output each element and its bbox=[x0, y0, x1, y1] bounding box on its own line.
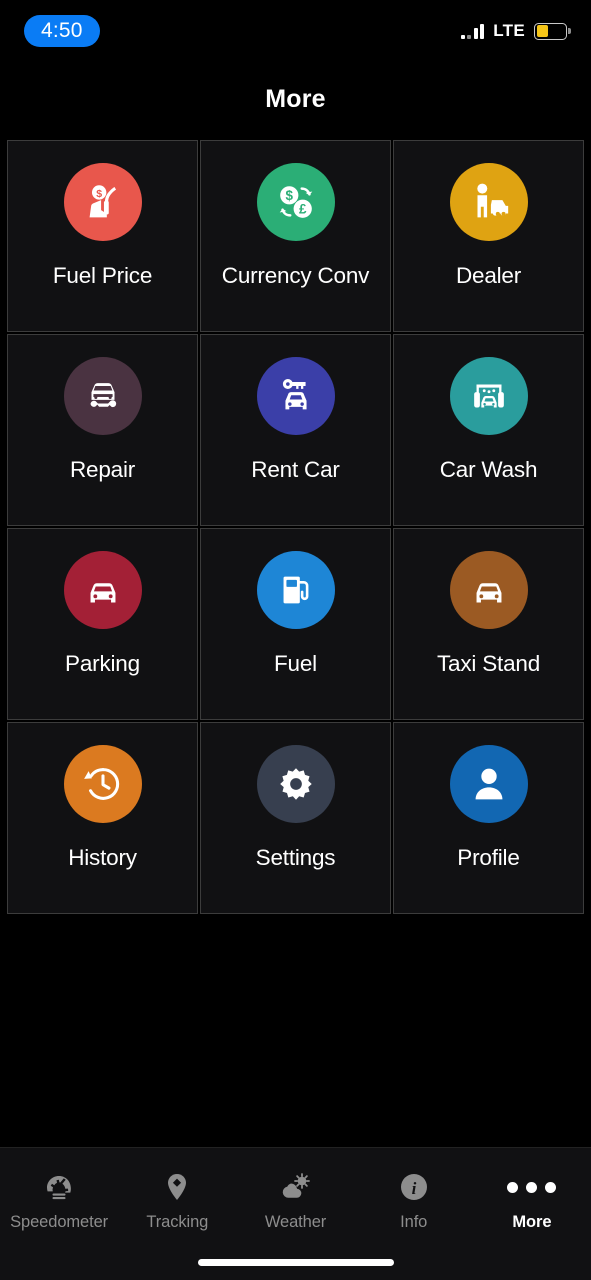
currency-conv-icon: $ £ bbox=[279, 186, 312, 218]
repair-icon-badge bbox=[63, 357, 142, 435]
tile-currency-conv[interactable]: $ £ Currency Conv bbox=[200, 140, 391, 332]
tab-label: Speedometer bbox=[10, 1213, 109, 1231]
status-indicators: LTE bbox=[460, 21, 571, 41]
tile-history[interactable]: History bbox=[7, 722, 198, 914]
fuel-icon bbox=[283, 576, 308, 604]
tile-rent-car[interactable]: Rent Car bbox=[200, 334, 391, 526]
tile-fuel[interactable]: Fuel bbox=[200, 528, 391, 720]
tile-parking[interactable]: Parking bbox=[7, 528, 198, 720]
sun-cloud-icon bbox=[280, 1170, 312, 1204]
rent-car-icon-badge bbox=[256, 357, 335, 435]
info-circle-icon: i bbox=[398, 1170, 430, 1204]
tile-label: History bbox=[68, 845, 137, 870]
tile-label: Fuel bbox=[274, 651, 317, 676]
battery-icon bbox=[534, 22, 571, 40]
tile-settings[interactable]: Settings bbox=[200, 722, 391, 914]
app-screen: 4:50 LTE More $ Fuel Price $ £ Currency … bbox=[0, 0, 591, 1280]
tile-label: Rent Car bbox=[251, 457, 340, 482]
history-icon-badge bbox=[63, 745, 142, 823]
menu-grid: $ Fuel Price $ £ Currency Conv Dealer Re… bbox=[7, 140, 584, 914]
tile-label: Dealer bbox=[455, 263, 522, 288]
fuel-price-icon: $ bbox=[89, 185, 116, 218]
settings-icon bbox=[279, 768, 312, 800]
tile-fuel-price[interactable]: $ Fuel Price bbox=[7, 140, 198, 332]
tile-profile[interactable]: Profile bbox=[393, 722, 584, 914]
fuel-icon-badge bbox=[256, 551, 335, 629]
tile-label: Settings bbox=[255, 845, 336, 870]
home-indicator bbox=[197, 1259, 394, 1266]
map-pin-icon bbox=[161, 1170, 193, 1204]
page-title: More bbox=[265, 85, 326, 113]
profile-icon-badge bbox=[449, 745, 528, 823]
tile-label: Profile bbox=[457, 845, 520, 870]
svg-text:$: $ bbox=[96, 188, 102, 200]
dealer-icon-badge bbox=[449, 163, 528, 241]
status-bar: 4:50 LTE bbox=[0, 0, 591, 62]
tab-weather[interactable]: Weather bbox=[236, 1170, 354, 1232]
tile-car-wash[interactable]: Car Wash bbox=[393, 334, 584, 526]
settings-icon-badge bbox=[256, 745, 335, 823]
dealer-icon bbox=[476, 183, 508, 218]
car-wash-icon bbox=[473, 384, 504, 408]
ellipsis-icon bbox=[507, 1170, 557, 1204]
cellular-signal-icon bbox=[460, 23, 485, 39]
tile-taxi-stand[interactable]: Taxi Stand bbox=[393, 528, 584, 720]
tab-label: Weather bbox=[264, 1213, 327, 1231]
parking-icon-badge bbox=[63, 551, 142, 629]
tile-label: Repair bbox=[69, 457, 136, 482]
tile-dealer[interactable]: Dealer bbox=[393, 140, 584, 332]
network-type-label: LTE bbox=[493, 21, 525, 40]
tab-label: Info bbox=[400, 1213, 428, 1231]
svg-text:$: $ bbox=[285, 188, 293, 203]
tile-label: Car Wash bbox=[439, 457, 538, 482]
currency-conv-icon-badge: $ £ bbox=[256, 163, 335, 241]
svg-text:£: £ bbox=[298, 202, 306, 217]
tab-label: More bbox=[512, 1213, 552, 1231]
rent-car-icon bbox=[282, 379, 307, 410]
tile-label: Fuel Price bbox=[52, 263, 153, 288]
tab-info[interactable]: i Info bbox=[355, 1170, 473, 1232]
taxi-stand-icon-badge bbox=[449, 551, 528, 629]
tab-more[interactable]: More bbox=[473, 1170, 591, 1232]
profile-icon bbox=[475, 768, 502, 800]
taxi-stand-icon bbox=[476, 583, 501, 603]
tab-label: Tracking bbox=[146, 1213, 209, 1231]
repair-icon bbox=[90, 383, 116, 408]
tile-repair[interactable]: Repair bbox=[7, 334, 198, 526]
tab-tracking[interactable]: Tracking bbox=[118, 1170, 236, 1232]
tab-speedometer[interactable]: Speedometer bbox=[0, 1170, 118, 1232]
car-wash-icon-badge bbox=[449, 357, 528, 435]
tile-label: Taxi Stand bbox=[436, 651, 541, 676]
history-icon bbox=[83, 768, 119, 800]
status-time-pill: 4:50 bbox=[24, 15, 100, 47]
speedometer-icon bbox=[43, 1170, 75, 1204]
fuel-price-icon-badge: $ bbox=[63, 163, 142, 241]
tile-label: Currency Conv bbox=[221, 263, 370, 288]
parking-icon bbox=[90, 583, 115, 603]
svg-text:i: i bbox=[411, 1179, 416, 1198]
tile-label: Parking bbox=[65, 651, 140, 676]
